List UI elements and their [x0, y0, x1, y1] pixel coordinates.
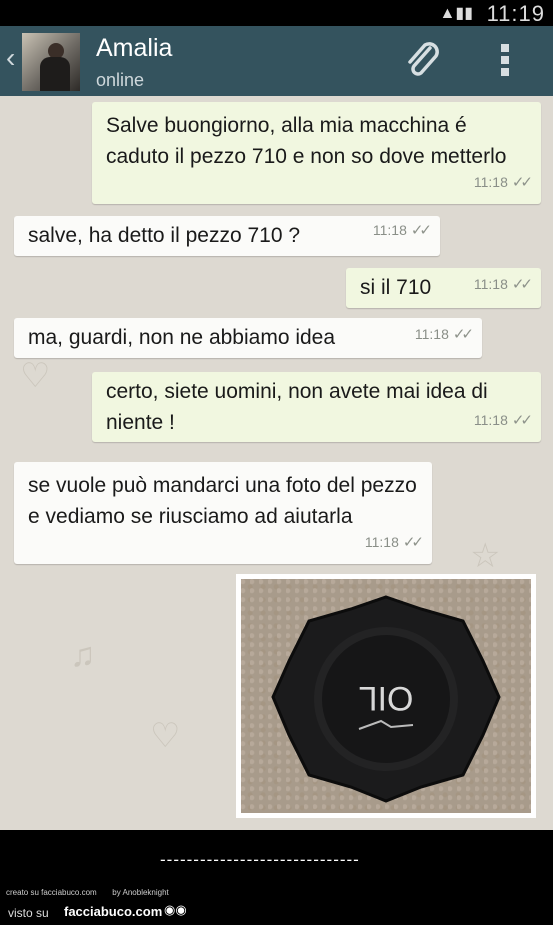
- message-bubble-outgoing[interactable]: certo, siete uomini, non avete mai idea …: [92, 372, 541, 442]
- doodle-heart-icon: ♡: [20, 357, 51, 395]
- message-text: certo, siete uomini, non avete mai idea …: [106, 380, 488, 434]
- message-bubble-incoming[interactable]: se vuole può mandarci una foto del pezzo…: [14, 462, 432, 564]
- message-meta: 11:18 ✓✓: [473, 405, 533, 436]
- message-time: 11:18: [473, 174, 508, 190]
- site-link[interactable]: facciabuco.com: [64, 904, 162, 919]
- eyes-logo-icon: ◉◉: [164, 902, 187, 917]
- message-bubble-outgoing[interactable]: si il 710 11:18 ✓✓: [346, 268, 541, 308]
- message-time: 11:18: [372, 222, 407, 238]
- message-text: ma, guardi, non ne abbiamo idea: [28, 326, 336, 349]
- message-time: 11:18: [364, 534, 399, 550]
- message-time: 11:18: [414, 326, 449, 342]
- double-check-icon: ✓✓: [511, 412, 533, 429]
- contact-name[interactable]: Amalia: [96, 34, 172, 63]
- footer-divider: ------------------------------: [160, 850, 360, 869]
- contact-status: online: [96, 70, 145, 90]
- message-meta: 11:18 ✓✓: [473, 167, 533, 198]
- photo-oil-cap: OIL: [241, 579, 531, 813]
- status-time: 11:19: [486, 1, 545, 26]
- message-time: 11:18: [473, 412, 508, 428]
- doodle-heart-icon: ♡: [150, 717, 181, 755]
- chevron-left-icon[interactable]: ‹: [6, 42, 15, 74]
- doodle-note-icon: ♫: [70, 636, 96, 674]
- double-check-icon: ✓✓: [410, 222, 432, 239]
- chat-area[interactable]: ♡ ☆ ♫ ♡ Salve buongiorno, alla mia macch…: [0, 96, 553, 830]
- message-time: 11:18: [473, 276, 508, 292]
- message-meta: 11:18 ✓✓: [372, 215, 432, 246]
- oil-cap-image: OIL: [271, 595, 501, 803]
- double-check-icon: ✓✓: [511, 276, 533, 293]
- overflow-menu-icon[interactable]: [500, 44, 510, 78]
- double-check-icon: ✓✓: [452, 326, 474, 343]
- avatar[interactable]: [22, 33, 80, 91]
- doodle-star-icon: ☆: [470, 537, 501, 575]
- message-text: se vuole può mandarci una foto del pezzo…: [28, 474, 417, 528]
- credit-left: creato su facciabuco.com: [6, 888, 97, 897]
- credit-line: creato su facciabuco.com by Anobleknight: [6, 888, 169, 897]
- avatar-body: [40, 57, 70, 91]
- paperclip-icon[interactable]: [400, 38, 444, 82]
- cap-label: OIL: [359, 679, 414, 717]
- double-check-icon: ✓✓: [402, 534, 424, 551]
- visto-su-label: visto su: [8, 906, 49, 920]
- message-text: salve, ha detto il pezzo 710 ?: [28, 224, 301, 247]
- credit-right: by Anobleknight: [112, 888, 169, 897]
- image-message[interactable]: OIL: [236, 574, 536, 818]
- message-meta: 11:18 ✓✓: [414, 319, 474, 350]
- message-bubble-incoming[interactable]: salve, ha detto il pezzo 710 ? 11:18 ✓✓: [14, 216, 440, 256]
- message-meta: 11:18 ✓✓: [473, 269, 533, 300]
- footer: ------------------------------ creato su…: [0, 830, 553, 925]
- message-text: si il 710: [360, 276, 432, 299]
- message-meta: 11:18 ✓✓: [364, 527, 424, 558]
- message-bubble-incoming[interactable]: ma, guardi, non ne abbiamo idea 11:18 ✓✓: [14, 318, 482, 358]
- chat-header: ‹ Amalia online: [0, 26, 553, 96]
- double-check-icon: ✓✓: [511, 174, 533, 191]
- status-bar: ▲▮▮ 11:19: [0, 0, 553, 26]
- signal-icon: ▲▮▮: [439, 5, 473, 22]
- message-bubble-outgoing[interactable]: Salve buongiorno, alla mia macchina é ca…: [92, 102, 541, 204]
- message-text: Salve buongiorno, alla mia macchina é ca…: [106, 114, 507, 168]
